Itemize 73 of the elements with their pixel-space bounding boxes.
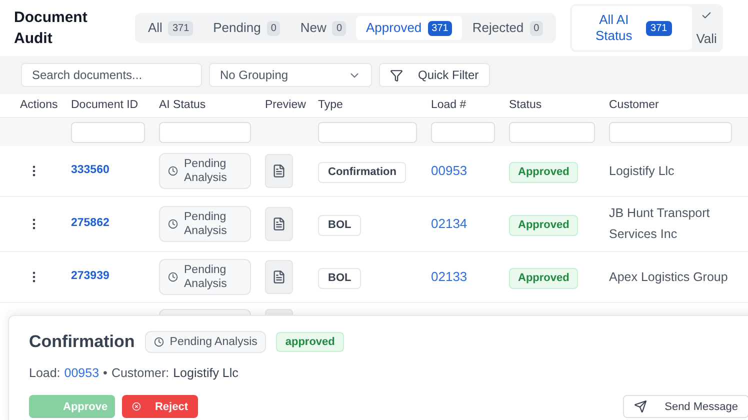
grouping-dropdown[interactable]: No Grouping bbox=[209, 63, 372, 87]
column-filter-field[interactable] bbox=[159, 122, 251, 142]
clock-icon bbox=[168, 219, 178, 229]
status-tab[interactable]: Rejected 0 bbox=[462, 16, 554, 40]
detail-title: Confirmation bbox=[29, 331, 135, 353]
count-badge: 0 bbox=[266, 20, 280, 36]
column-header: Preview bbox=[265, 98, 307, 113]
status-tab[interactable]: All 371 bbox=[138, 16, 204, 40]
load-link[interactable]: 00953 bbox=[431, 161, 509, 181]
ai-status-badge: Pending Analysis bbox=[159, 153, 251, 189]
column-filter-field[interactable] bbox=[609, 122, 732, 142]
status-tab[interactable]: Pending 0 bbox=[203, 16, 290, 40]
column-header: AI Status bbox=[159, 98, 207, 113]
ai-status-badge: Pending Analysis bbox=[159, 259, 251, 295]
document-id-link[interactable]: 275862 bbox=[71, 215, 159, 233]
preview-button[interactable] bbox=[265, 260, 293, 294]
filter-icon bbox=[390, 68, 403, 82]
reject-button[interactable]: Reject bbox=[122, 395, 198, 418]
type-badge: BOL bbox=[318, 215, 362, 236]
count-badge: 0 bbox=[530, 20, 544, 36]
column-filter-field[interactable] bbox=[318, 122, 417, 142]
column-filter-field[interactable] bbox=[509, 122, 595, 142]
preview-button[interactable] bbox=[265, 154, 293, 188]
clock-icon bbox=[154, 336, 164, 347]
status-tab[interactable]: New 0 bbox=[290, 16, 356, 40]
customer-name: Logistify Llc bbox=[173, 364, 238, 382]
document-id-link[interactable]: 333560 bbox=[71, 162, 159, 180]
status-badge: Approved bbox=[509, 162, 578, 182]
count-badge: 371 bbox=[168, 20, 194, 36]
status-badge: approved bbox=[276, 332, 344, 352]
count-badge: 0 bbox=[332, 20, 346, 36]
status-tab[interactable]: Approved 371 bbox=[356, 16, 462, 40]
quick-filter-button[interactable]: Quick Filter bbox=[379, 63, 490, 87]
close-circle-icon bbox=[132, 400, 141, 414]
ai-status-badge: Pending Analysis bbox=[159, 206, 251, 242]
ai-status-filter[interactable]: All AI Status 371 bbox=[572, 6, 692, 50]
clock-icon bbox=[168, 272, 178, 282]
column-header: Type bbox=[318, 98, 344, 113]
separator-text: • bbox=[103, 364, 108, 382]
check-icon bbox=[701, 10, 712, 20]
page-title: Document Audit bbox=[14, 8, 88, 49]
preview-button[interactable] bbox=[265, 207, 293, 241]
load-link[interactable]: 00953 bbox=[64, 364, 100, 382]
ai-status-badge: Pending Analysis bbox=[144, 330, 266, 353]
send-message-button[interactable]: Send Message bbox=[622, 395, 748, 418]
column-header: Load # bbox=[431, 98, 468, 113]
customer-text: Logistify Llc bbox=[609, 162, 676, 180]
column-header: Document ID bbox=[71, 98, 140, 113]
count-badge: 371 bbox=[428, 20, 452, 36]
ai-status-filter[interactable]: Vali bbox=[692, 6, 721, 50]
customer-text: Apex Logistics Group bbox=[609, 268, 729, 286]
document-icon bbox=[272, 164, 286, 178]
document-icon bbox=[272, 217, 286, 231]
type-badge: BOL bbox=[318, 268, 362, 288]
status-badge: Approved bbox=[509, 215, 578, 236]
send-icon bbox=[634, 400, 647, 414]
search-field[interactable]: Search documents... bbox=[21, 63, 202, 87]
count-badge: 371 bbox=[646, 20, 672, 36]
clock-icon bbox=[168, 166, 178, 176]
column-filter-field[interactable] bbox=[431, 122, 495, 142]
type-badge: Confirmation bbox=[318, 162, 406, 182]
customer-text: JB Hunt Transport Services Inc bbox=[609, 205, 711, 243]
load-link[interactable]: 02133 bbox=[431, 267, 509, 287]
load-label: Load: bbox=[29, 364, 60, 382]
document-id-link[interactable]: 273939 bbox=[71, 268, 159, 286]
status-badge: Approved bbox=[509, 268, 578, 288]
document-icon bbox=[272, 270, 286, 284]
column-header: Actions bbox=[20, 98, 59, 113]
column-header: Status bbox=[509, 98, 543, 113]
column-header: Customer bbox=[609, 98, 660, 113]
customer-label: Customer: bbox=[111, 364, 170, 382]
column-filter-field[interactable] bbox=[71, 122, 145, 142]
load-link[interactable]: 02134 bbox=[431, 214, 509, 234]
